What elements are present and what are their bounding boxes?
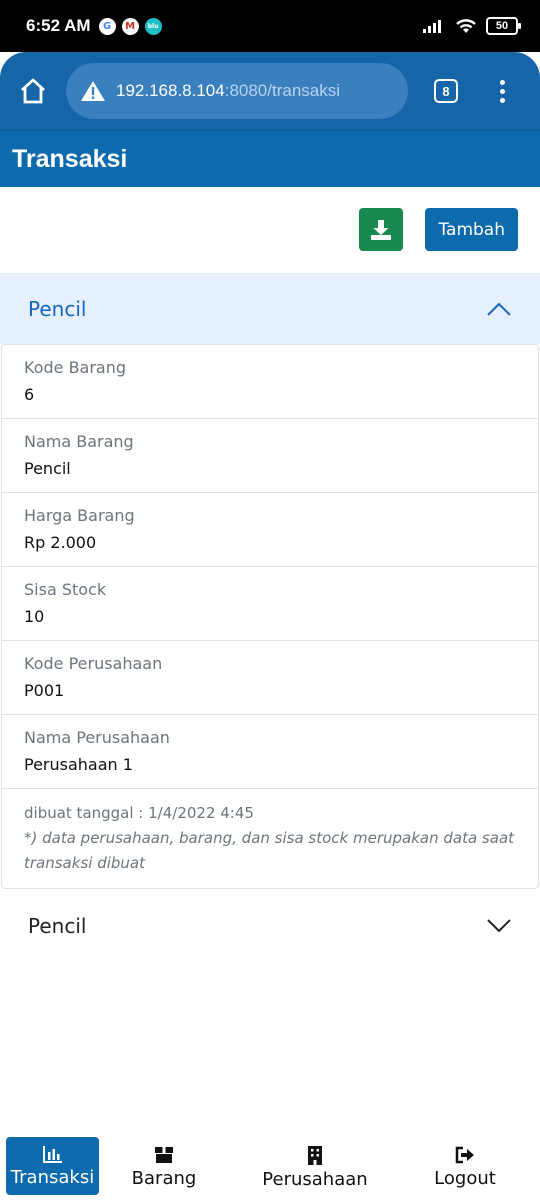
transaction-title: Pencil <box>28 914 87 938</box>
battery-icon: 50 <box>486 17 521 35</box>
url-path: :8080/transaksi <box>224 81 341 100</box>
field-value: P001 <box>24 681 65 700</box>
field-value: Rp 2.000 <box>24 533 97 552</box>
home-icon <box>21 78 45 104</box>
status-time: 6:52 AM <box>26 16 91 35</box>
field-label: Kode Barang <box>24 358 127 377</box>
transaction-note: *) data perusahaan, barang, dan sisa sto… <box>24 829 515 872</box>
field-label: Nama Perusahaan <box>24 728 170 747</box>
nav-transaksi[interactable]: Transaksi <box>6 1137 99 1195</box>
field-label: Nama Barang <box>24 432 134 451</box>
nav-label: Transaksi <box>10 1166 95 1188</box>
building-icon <box>308 1145 322 1165</box>
transaction-title: Pencil <box>28 296 87 321</box>
nav-label: Logout <box>434 1167 496 1189</box>
status-right: 50 <box>422 17 521 35</box>
bottom-nav: Transaksi Barang Perusahaan Logout <box>0 1134 540 1200</box>
add-button[interactable]: Tambah <box>425 208 518 251</box>
field-nama-barang: Nama Barang Pencil <box>2 419 538 493</box>
warning-icon <box>81 81 105 101</box>
transaction-list: Pencil Kode Barang 6 Nama Barang Pencil … <box>0 273 540 963</box>
browser-bar: 192.168.8.104:8080/transaksi 8 <box>0 52 540 130</box>
download-icon <box>371 219 392 240</box>
field-value: Perusahaan 1 <box>24 755 133 774</box>
field-kode-barang: Kode Barang 6 <box>2 345 538 419</box>
notification-icons: G M blu <box>98 17 162 35</box>
tab-switcher-button[interactable]: 8 <box>434 79 458 103</box>
chevron-up-icon <box>487 302 511 316</box>
field-label: Sisa Stock <box>24 580 107 599</box>
field-value: 10 <box>24 607 45 626</box>
transaction-header-2[interactable]: Pencil <box>0 889 540 963</box>
download-button[interactable] <box>359 208 404 251</box>
field-kode-perusahaan: Kode Perusahaan P001 <box>2 641 538 715</box>
address-bar[interactable]: 192.168.8.104:8080/transaksi <box>66 63 408 119</box>
field-label: Kode Perusahaan <box>24 654 163 673</box>
field-value: Pencil <box>24 459 71 478</box>
home-button[interactable] <box>18 76 48 106</box>
status-bar: 6:52 AM G M blu 50 <box>0 0 540 52</box>
nav-label: Perusahaan <box>262 1168 368 1190</box>
chevron-down-icon <box>487 919 511 933</box>
box-icon <box>155 1146 173 1163</box>
nav-barang[interactable]: Barang <box>105 1134 223 1200</box>
field-label: Harga Barang <box>24 506 135 525</box>
created-date: dibuat tanggal : 1/4/2022 4:45 <box>24 804 254 822</box>
nav-label: Barang <box>131 1167 197 1189</box>
wifi-icon <box>456 19 476 33</box>
logout-icon <box>455 1146 474 1163</box>
nav-logout[interactable]: Logout <box>407 1134 523 1200</box>
field-nama-perusahaan: Nama Perusahaan Perusahaan 1 <box>2 715 538 789</box>
field-harga-barang: Harga Barang Rp 2.000 <box>2 493 538 567</box>
field-sisa-stock: Sisa Stock 10 <box>2 567 538 641</box>
chart-icon <box>42 1145 62 1163</box>
google-icon: G <box>98 17 116 35</box>
page-title: Transaksi <box>0 130 540 187</box>
blu-app-icon: blu <box>144 17 162 35</box>
url-host: 192.168.8.104 <box>116 81 225 100</box>
browser-menu-button[interactable] <box>500 79 505 103</box>
signal-icon <box>423 20 441 33</box>
nav-perusahaan[interactable]: Perusahaan <box>223 1134 407 1200</box>
transaction-footer: dibuat tanggal : 1/4/2022 4:45 *) data p… <box>2 789 538 888</box>
gmail-icon: M <box>121 17 139 35</box>
toolbar: Tambah <box>359 208 518 251</box>
transaction-details: Kode Barang 6 Nama Barang Pencil Harga B… <box>1 344 539 889</box>
field-value: 6 <box>24 385 35 404</box>
transaction-header-1[interactable]: Pencil <box>0 273 540 344</box>
